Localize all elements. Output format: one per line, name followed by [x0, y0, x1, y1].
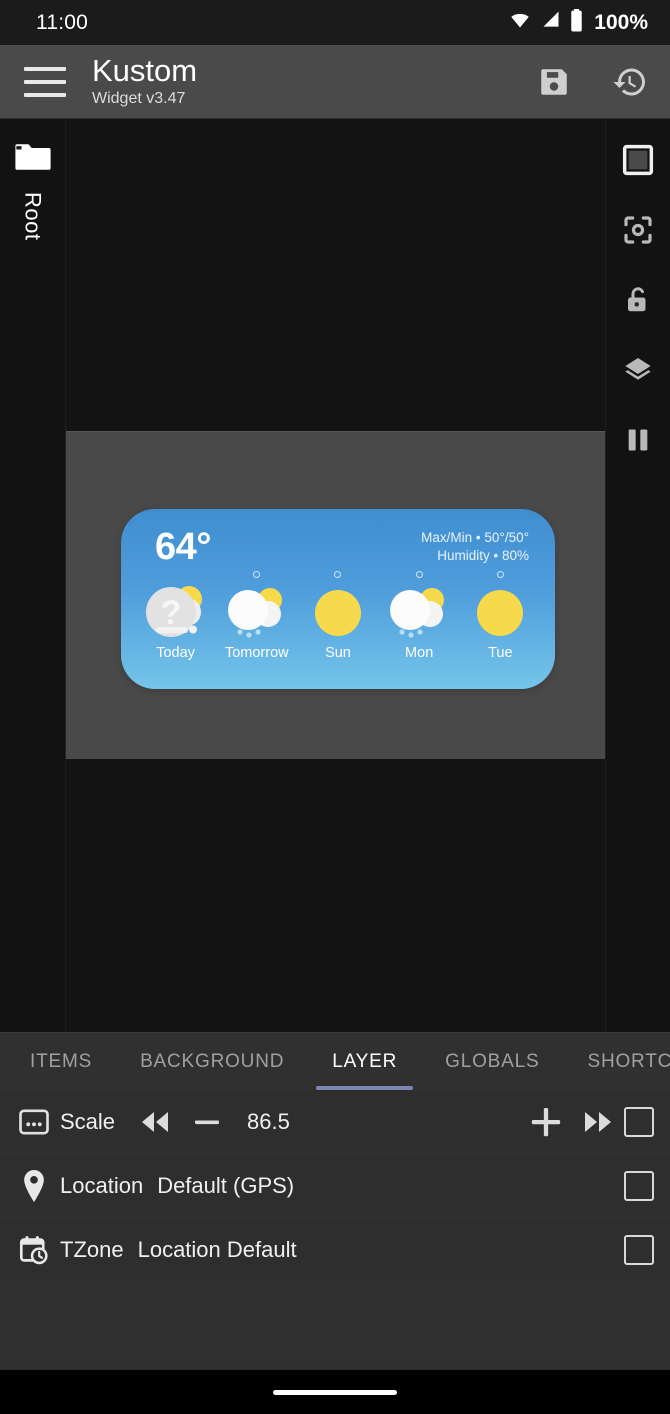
forecast-label: Today	[156, 645, 195, 661]
weather-unknown-icon: ?	[141, 582, 211, 644]
scale-checkbox[interactable]	[624, 1106, 654, 1137]
scale-value[interactable]: 86.5	[233, 1109, 305, 1135]
unlock-icon[interactable]	[615, 277, 661, 323]
humidity-text: Humidity • 80%	[437, 548, 529, 564]
app-bar-actions	[534, 62, 650, 102]
status-clock: 11:00	[36, 10, 88, 34]
property-list: Scale 86.5 Location Default (GPS) TZone …	[0, 1090, 670, 1282]
bottom-panel: ITEMS BACKGROUND LAYER GLOBALS SHORTCUTS…	[0, 1032, 670, 1370]
widget-preview-surface[interactable]: 64° Max/Min • 50°/50° Humidity • 80% ? T…	[66, 431, 605, 759]
page-title: Kustom	[92, 52, 198, 88]
system-nav-bar	[0, 1370, 670, 1414]
tab-bar: ITEMS BACKGROUND LAYER GLOBALS SHORTCUTS	[0, 1033, 670, 1090]
max-min-text: Max/Min • 50°/50°	[421, 530, 529, 545]
property-row-tzone[interactable]: TZone Location Default	[0, 1218, 670, 1282]
hamburger-menu-icon[interactable]	[24, 66, 66, 97]
center-focus-icon[interactable]	[615, 207, 661, 253]
battery-percent: 100%	[594, 10, 648, 34]
tab-shortcuts[interactable]: SHORTCUTS	[563, 1033, 670, 1090]
crop-square-icon[interactable]	[615, 137, 661, 183]
scale-icon	[14, 1108, 54, 1135]
location-value[interactable]: Default (GPS)	[157, 1173, 294, 1199]
save-floppy-icon[interactable]	[534, 62, 574, 102]
tool-rail	[605, 119, 670, 1032]
forecast-day: Mon	[380, 571, 458, 661]
scale-stepper: 86.5	[129, 1096, 305, 1148]
property-row-location[interactable]: Location Default (GPS)	[0, 1154, 670, 1218]
current-temperature: 64°	[155, 526, 211, 568]
app-title-group: Kustom Widget v3.47	[92, 52, 198, 109]
panel-empty-space	[0, 1282, 670, 1370]
weather-sunny-icon	[314, 582, 361, 644]
fast-forward-icon[interactable]	[572, 1096, 624, 1148]
forecast-day: Sun	[299, 571, 377, 661]
location-checkbox[interactable]	[624, 1170, 654, 1201]
app-subtitle: Widget v3.47	[92, 90, 186, 108]
editor-workspace: Root 64° Max/Min • 50°/50° Humidity • 80…	[0, 118, 670, 1032]
battery-icon	[569, 8, 584, 37]
wifi-icon	[507, 10, 533, 35]
degree-dot-icon	[334, 571, 342, 578]
forecast-day: Tomorrow	[218, 571, 296, 661]
location-pin-icon	[14, 1169, 54, 1202]
signal-icon	[540, 10, 562, 35]
weather-widget[interactable]: 64° Max/Min • 50°/50° Humidity • 80% ? T…	[121, 509, 555, 689]
forecast-label: Mon	[405, 645, 434, 661]
svg-text:?: ?	[160, 594, 181, 632]
forecast-label: Tomorrow	[224, 645, 289, 661]
degree-dot-icon	[496, 571, 504, 578]
preview-canvas[interactable]: 64° Max/Min • 50°/50° Humidity • 80% ? T…	[66, 119, 605, 1032]
property-label: Scale	[60, 1108, 116, 1134]
app-bar: Kustom Widget v3.47	[0, 45, 670, 118]
app-window: 11:00 100% Kustom Widget v3.47 Root 64° …	[0, 0, 670, 1414]
pause-icon[interactable]	[615, 417, 661, 463]
folder-icon[interactable]	[13, 141, 53, 178]
layers-icon[interactable]	[615, 347, 661, 393]
weather-rain-sun-icon	[222, 582, 292, 644]
forecast-label: Sun	[325, 645, 351, 661]
status-indicators: 100%	[507, 8, 648, 37]
breadcrumb-rail: Root	[0, 119, 66, 1032]
breadcrumb-root[interactable]: Root	[20, 192, 46, 240]
weather-sunny-icon	[477, 582, 524, 644]
history-restore-icon[interactable]	[610, 62, 650, 102]
tab-items[interactable]: ITEMS	[6, 1033, 116, 1090]
weather-meta: Max/Min • 50°/50° Humidity • 80%	[421, 529, 529, 565]
tab-layer[interactable]: LAYER	[308, 1033, 421, 1090]
forecast-day: Tue	[461, 571, 539, 661]
forecast-day: ? Today	[137, 571, 215, 661]
property-label: Location	[60, 1172, 144, 1198]
minus-icon[interactable]	[181, 1096, 233, 1148]
tab-globals[interactable]: GLOBALS	[421, 1033, 563, 1090]
home-gesture-pill[interactable]	[273, 1389, 397, 1395]
status-bar: 11:00 100%	[0, 0, 670, 45]
fast-rewind-icon[interactable]	[129, 1096, 181, 1148]
tzone-value[interactable]: Location Default	[138, 1237, 297, 1263]
forecast-label: Tue	[488, 645, 513, 661]
degree-dot-icon	[253, 571, 261, 578]
property-label: TZone	[60, 1236, 124, 1262]
plus-icon[interactable]	[520, 1096, 572, 1148]
degree-dot-icon	[415, 571, 423, 578]
property-row-scale[interactable]: Scale 86.5	[0, 1090, 670, 1154]
weather-rain-sun-icon	[384, 582, 454, 644]
forecast-strip: ? Today Tomorrow Sun Mon Tue	[121, 571, 555, 661]
tzone-checkbox[interactable]	[624, 1234, 654, 1265]
calendar-clock-icon	[14, 1235, 54, 1265]
tab-background[interactable]: BACKGROUND	[116, 1033, 308, 1090]
